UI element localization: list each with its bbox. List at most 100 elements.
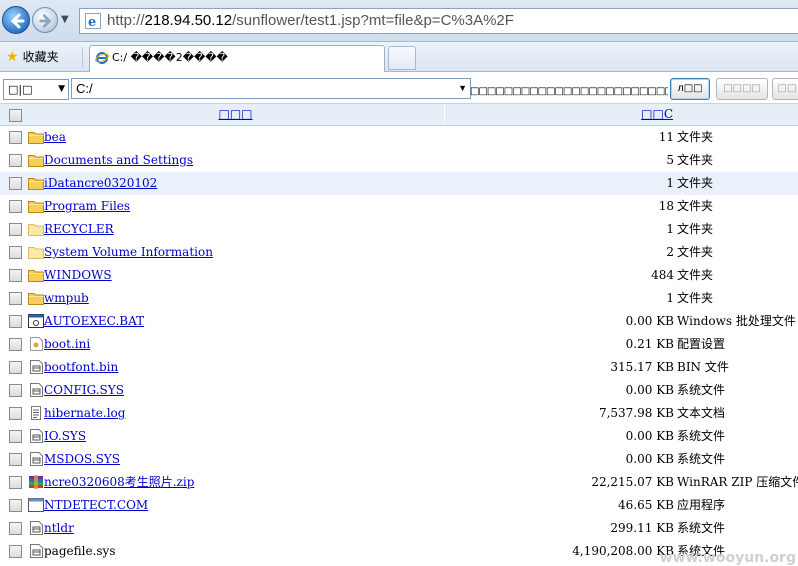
chevron-down-icon: ▼ — [58, 84, 65, 94]
file-size: 0.21 KB — [625, 337, 674, 351]
row-checkbox[interactable] — [9, 361, 22, 374]
address-bar: ▼ http://218.94.50.12/sunflower/test1.js… — [0, 0, 798, 42]
garbled-label: □□□□□□□□□□□□□□□□□□□□□□□□□□ — [470, 86, 668, 97]
row-checkbox[interactable] — [9, 154, 22, 167]
row-checkbox[interactable] — [9, 338, 22, 351]
drive-select[interactable]: □|□ ▼ — [3, 79, 69, 100]
forward-button[interactable] — [32, 7, 58, 33]
file-size: 299.11 KB — [610, 521, 674, 535]
file-type: 文件夹 — [677, 291, 714, 305]
file-type: 文件夹 — [677, 199, 714, 213]
select-all-checkbox[interactable] — [9, 109, 22, 122]
file-name-link[interactable]: IO.SYS — [44, 425, 86, 448]
file-table: □□□ □□C bea 11 文件夹 Documents and Settings 5 文… — [0, 103, 798, 563]
table-row: WINDOWS 484 文件夹 — [0, 264, 798, 287]
table-row: ncre0320608考生照片.zip 22,215.07 KB WinRAR ZI… — [0, 471, 798, 494]
file-name-link[interactable]: boot.ini — [44, 333, 90, 356]
system-file-icon — [28, 360, 44, 374]
file-name-link[interactable]: wmpub — [44, 287, 89, 310]
row-checkbox[interactable] — [9, 430, 22, 443]
row-checkbox[interactable] — [9, 407, 22, 420]
file-size: 18 — [658, 199, 674, 213]
header-name-cell: □□□ — [27, 104, 445, 125]
history-dropdown-icon[interactable]: ▼ — [61, 14, 69, 25]
table-row: RECYCLER 1 文件夹 — [0, 218, 798, 241]
tab-separator — [82, 47, 83, 67]
back-button[interactable] — [2, 6, 30, 34]
url-input[interactable]: http://218.94.50.12/sunflower/test1.jsp?… — [79, 8, 798, 34]
file-type: 应用程序 — [677, 498, 726, 512]
row-checkbox[interactable] — [9, 545, 22, 558]
forward-arrow-icon — [39, 14, 52, 28]
file-name-link[interactable]: Documents and Settings — [44, 149, 193, 172]
tab-active[interactable]: C:/ ����2���� — [89, 45, 385, 72]
row-checkbox[interactable] — [9, 476, 22, 489]
row-checkbox[interactable] — [9, 269, 22, 282]
disabled-button-1[interactable]: □□□□ — [716, 78, 768, 100]
favorites-button[interactable]: ★ 收藏夹 — [6, 48, 59, 65]
file-size: 7,537.98 KB — [598, 406, 674, 420]
file-size: 0.00 KB — [625, 452, 674, 466]
file-name-link[interactable]: bea — [44, 126, 66, 149]
folder-icon — [28, 130, 44, 144]
file-name-link[interactable]: RECYCLER — [44, 218, 114, 241]
table-row: hibernate.log 7,537.98 KB 文本文档 — [0, 402, 798, 425]
header-name-link[interactable]: □□□ — [218, 107, 252, 121]
file-name-link[interactable]: bootfont.bin — [44, 356, 118, 379]
table-row: MSDOS.SYS 0.00 KB 系统文件 — [0, 448, 798, 471]
file-size: 2 — [666, 245, 674, 259]
row-checkbox[interactable] — [9, 315, 22, 328]
page-content: □|□ ▼ C:/ ▼ □□□□□□□□□□□□□□□□□□□□□□□□□□ л□□… — [0, 73, 798, 566]
row-checkbox[interactable] — [9, 499, 22, 512]
row-checkbox[interactable] — [9, 384, 22, 397]
file-name-link[interactable]: CONFIG.SYS — [44, 379, 124, 402]
file-type: 文件夹 — [677, 130, 714, 144]
folder-hidden-icon — [28, 245, 44, 259]
table-row: Documents and Settings 5 文件夹 — [0, 149, 798, 172]
file-name-link[interactable]: Program Files — [44, 195, 130, 218]
file-name-link[interactable]: System Volume Information — [44, 241, 213, 264]
file-type: 系统文件 — [677, 521, 726, 535]
watermark: www.wooyun.org — [659, 550, 796, 566]
svg-text:e: e — [88, 15, 96, 29]
file-type: 文件夹 — [677, 176, 714, 190]
file-name-link[interactable]: ntldr — [44, 517, 74, 540]
row-checkbox[interactable] — [9, 522, 22, 535]
header-size-link[interactable]: □□C — [641, 107, 673, 121]
file-type: Windows 批处理文件 — [677, 314, 796, 328]
path-select[interactable]: C:/ ▼ — [71, 78, 471, 99]
table-row: Program Files 18 文件夹 — [0, 195, 798, 218]
text-file-icon — [28, 406, 44, 420]
file-size: 484 — [651, 268, 674, 282]
file-name-link[interactable]: NTDETECT.COM — [44, 494, 148, 517]
file-size: 4,190,208.00 KB — [572, 544, 674, 558]
table-row: NTDETECT.COM 46.65 KB 应用程序 — [0, 494, 798, 517]
row-checkbox[interactable] — [9, 292, 22, 305]
row-checkbox[interactable] — [9, 131, 22, 144]
system-file-icon — [28, 452, 44, 466]
row-checkbox[interactable] — [9, 453, 22, 466]
go-button[interactable]: л□□ — [670, 78, 710, 100]
row-checkbox[interactable] — [9, 200, 22, 213]
row-checkbox[interactable] — [9, 223, 22, 236]
chevron-down-icon: ▼ — [458, 83, 467, 93]
table-row: bea 11 文件夹 — [0, 126, 798, 149]
file-name-link[interactable]: ncre0320608考生照片.zip — [44, 471, 194, 494]
folder-icon — [28, 268, 44, 282]
folder-icon — [28, 199, 44, 213]
file-name-link[interactable]: iDatancre0320102 — [44, 172, 157, 195]
new-tab-button[interactable] — [388, 46, 416, 70]
file-size: 22,215.07 KB — [591, 475, 674, 489]
disabled-button-2[interactable]: □□ — [772, 78, 798, 100]
row-checkbox[interactable] — [9, 246, 22, 259]
file-type: 系统文件 — [677, 452, 726, 466]
file-name-link[interactable]: hibernate.log — [44, 402, 125, 425]
table-row: AUTOEXEC.BAT 0.00 KB Windows 批处理文件 — [0, 310, 798, 333]
file-size: 11 — [658, 130, 674, 144]
file-name-link[interactable]: WINDOWS — [44, 264, 112, 287]
row-checkbox[interactable] — [9, 177, 22, 190]
table-row: IO.SYS 0.00 KB 系统文件 — [0, 425, 798, 448]
file-name-link[interactable]: AUTOEXEC.BAT — [44, 310, 144, 333]
file-name-link[interactable]: MSDOS.SYS — [44, 448, 120, 471]
star-icon: ★ — [6, 48, 19, 65]
